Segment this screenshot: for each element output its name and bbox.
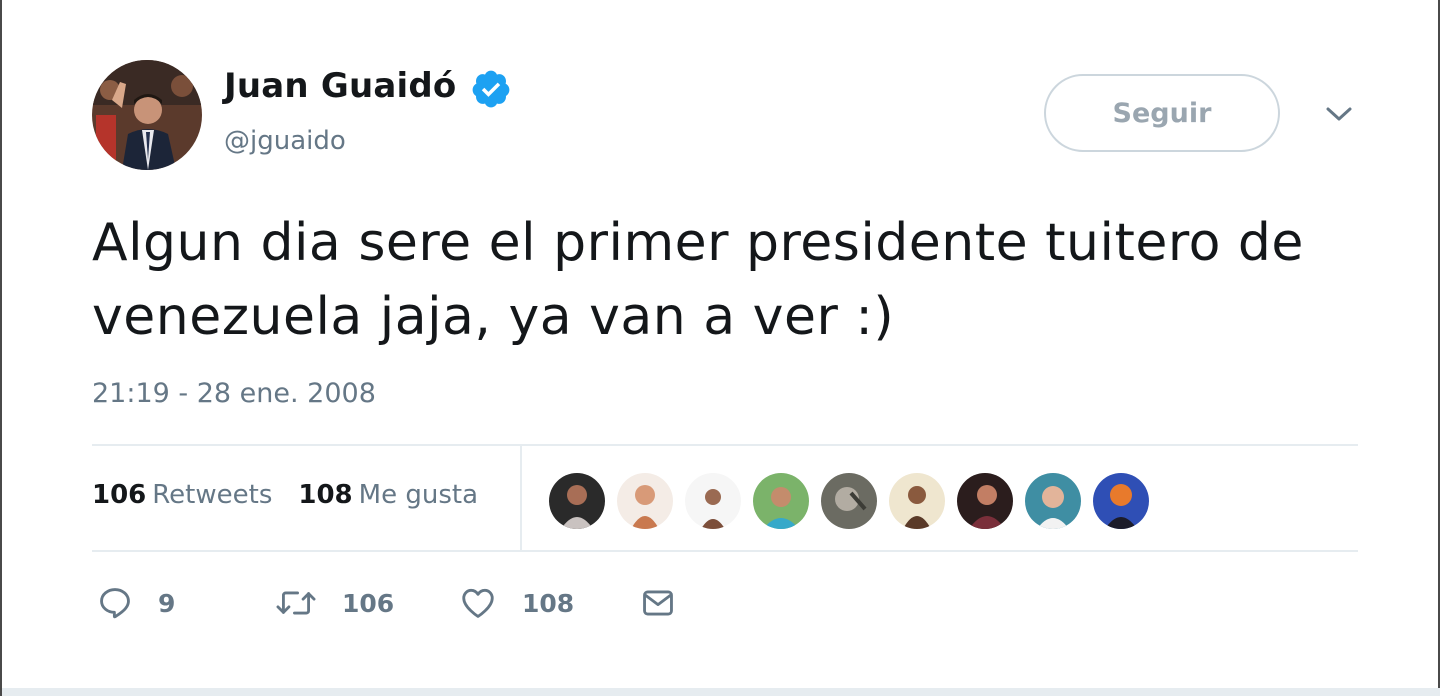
like-button[interactable]: 108 — [458, 584, 574, 622]
author-avatar[interactable] — [92, 60, 202, 170]
reply-button[interactable]: 9 — [96, 584, 175, 622]
retweet-icon — [274, 584, 318, 622]
liker-avatar[interactable] — [820, 472, 878, 530]
likes-count: 108 — [298, 480, 353, 510]
liker-avatar[interactable] — [616, 472, 674, 530]
author-name[interactable]: Juan Guaidó — [224, 66, 456, 106]
liker-avatar[interactable] — [1024, 472, 1082, 530]
verified-badge-icon — [470, 68, 512, 110]
envelope-icon — [638, 584, 678, 622]
liker-avatar[interactable] — [888, 472, 946, 530]
tweet-text: Algun dia sere el primer presidente tuit… — [92, 213, 1304, 347]
stats-bottom-divider — [92, 550, 1358, 552]
retweets-stat[interactable]: 106 Retweets — [92, 480, 272, 510]
liker-avatar[interactable] — [1092, 472, 1150, 530]
retweets-count: 106 — [92, 480, 147, 510]
liker-avatar[interactable] — [684, 472, 742, 530]
like-count: 108 — [522, 588, 575, 618]
tweet-timestamp[interactable]: 21:19 - 28 ene. 2008 — [92, 378, 376, 409]
dm-button[interactable] — [638, 584, 678, 622]
likes-stat[interactable]: 108 Me gusta — [298, 480, 478, 510]
liker-avatar[interactable] — [752, 472, 810, 530]
retweets-label: Retweets — [152, 480, 273, 510]
stats-vertical-divider — [520, 446, 522, 552]
liker-avatar[interactable] — [956, 472, 1014, 530]
chevron-down-icon[interactable] — [1324, 104, 1354, 124]
reply-count: 9 — [158, 588, 176, 618]
follow-button[interactable]: Seguir — [1044, 74, 1280, 152]
tweet-stats: 106 Retweets 108 Me gusta — [92, 480, 478, 510]
author-handle[interactable]: @jguaido — [224, 126, 346, 156]
heart-icon — [458, 584, 498, 622]
retweet-button[interactable]: 106 — [274, 584, 394, 622]
retweet-count: 106 — [342, 588, 395, 618]
likes-label: Me gusta — [358, 480, 479, 510]
liker-avatars — [548, 472, 1150, 530]
tweet-card: Juan Guaidó @jguaido Seguir Algun dia se… — [0, 0, 1440, 696]
reply-icon — [96, 584, 134, 622]
stats-top-divider — [92, 444, 1358, 446]
bottom-border — [2, 688, 1440, 696]
liker-avatar[interactable] — [548, 472, 606, 530]
